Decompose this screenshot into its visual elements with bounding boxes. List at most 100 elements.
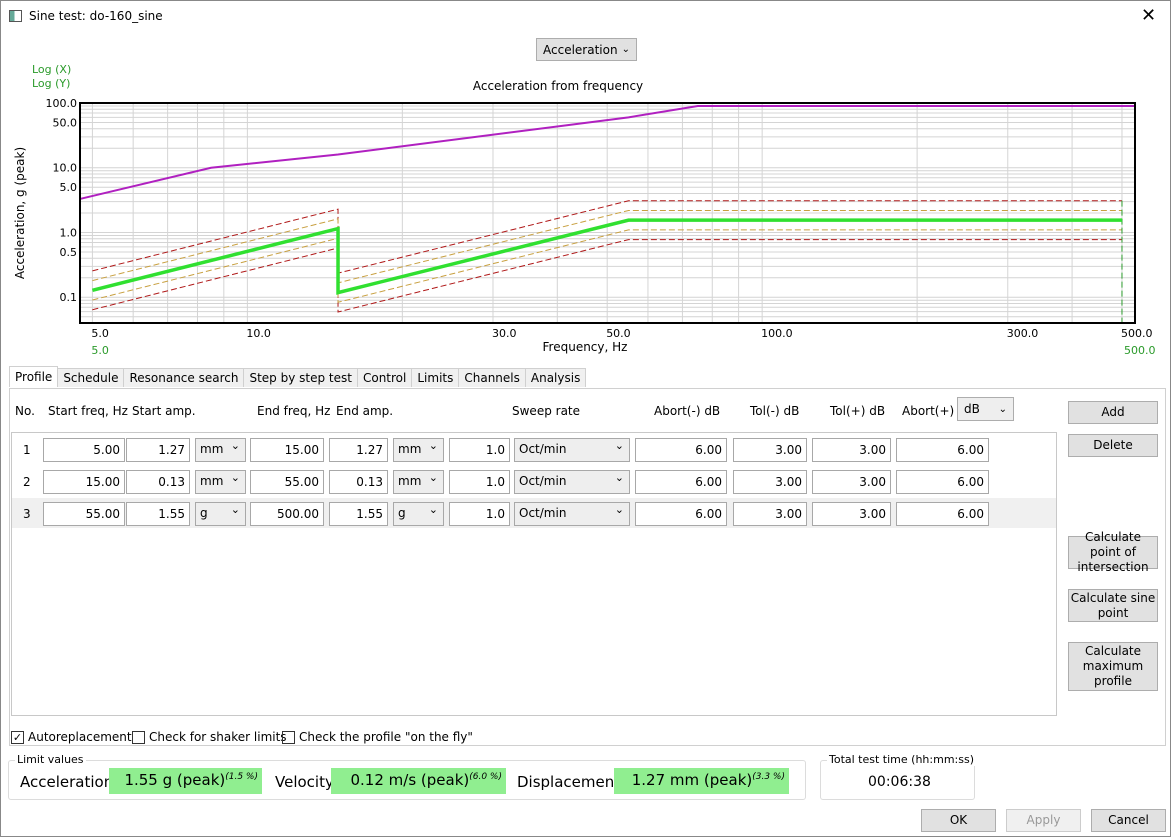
tab-analysis[interactable]: Analysis (524, 368, 587, 387)
tab-limits[interactable]: Limits (411, 368, 460, 387)
autoreplacement-checkbox[interactable]: ✓ Autoreplacement (11, 730, 132, 744)
abort-plus-input[interactable]: 6.00 (896, 438, 989, 462)
shaker-limits-checkbox[interactable]: Check for shaker limits (132, 730, 287, 744)
rate-input[interactable]: 1.0 (449, 502, 510, 526)
abort-minus-input[interactable]: 6.00 (635, 438, 727, 462)
add-button[interactable]: Add (1068, 401, 1158, 424)
y-tick-label: 0.1 (60, 291, 78, 304)
checkbox-box (132, 731, 145, 744)
apply-button[interactable]: Apply (1006, 809, 1081, 832)
end-freq-input[interactable]: 500.00 (250, 502, 324, 526)
profile-table: 15.001.27mm15.001.27mm1.0Oct/min6.003.00… (11, 432, 1057, 716)
start-amp-input[interactable]: 0.13 (126, 470, 190, 494)
calculate-sine-point-button[interactable]: Calculate sine point (1068, 589, 1158, 622)
tol-plus-input[interactable]: 3.00 (812, 502, 891, 526)
abort-plus-input[interactable]: 6.00 (896, 470, 989, 494)
abort-minus-input[interactable]: 6.00 (635, 502, 727, 526)
limit-values-legend: Limit values (15, 753, 86, 766)
end-amp-input[interactable]: 1.55 (329, 502, 388, 526)
abort-plus-input[interactable]: 6.00 (896, 502, 989, 526)
table-row: 215.000.13mm55.000.13mm1.0Oct/min6.003.0… (12, 466, 1056, 496)
on-the-fly-checkbox[interactable]: Check the profile "on the fly" (282, 730, 473, 744)
calculate-maximum-profile-button[interactable]: Calculate maximum profile (1068, 642, 1158, 691)
end-unit-select[interactable]: mm (393, 470, 444, 494)
chart: Acceleration from frequency Acceleration,… (13, 79, 1156, 357)
tab-bar: Profile Schedule Resonance search Step by s… (9, 366, 587, 387)
start-freq-input[interactable]: 5.00 (43, 438, 125, 462)
start-freq-input[interactable]: 55.00 (43, 502, 125, 526)
rate-unit-select[interactable]: Oct/min (514, 470, 630, 494)
chart-title: Acceleration from frequency (473, 79, 643, 93)
tab-schedule[interactable]: Schedule (57, 368, 125, 387)
row-number: 3 (23, 507, 31, 521)
tab-profile[interactable]: Profile (9, 366, 59, 387)
total-time-value: 00:06:38 (868, 774, 931, 790)
rate-input[interactable]: 1.0 (449, 470, 510, 494)
close-icon[interactable]: ✕ (1141, 5, 1156, 26)
title-bar: Sine test: do-160_sine ✕ (1, 1, 1171, 33)
window-title: Sine test: do-160_sine (29, 9, 163, 23)
x-range-end: 500.0 (1124, 344, 1156, 357)
start-freq-input[interactable]: 15.00 (43, 470, 125, 494)
col-end-freq: End freq, Hz (257, 404, 331, 418)
end-unit-select[interactable]: mm (393, 438, 444, 462)
tab-resonance-search[interactable]: Resonance search (123, 368, 245, 387)
x-tick-label: 300.0 (1007, 327, 1039, 340)
row-number: 2 (23, 475, 31, 489)
velocity-value-text: 0.12 m/s (peak) (350, 771, 470, 789)
db-unit-select[interactable]: dB ⌄ (957, 397, 1014, 421)
abort-minus-input[interactable]: 6.00 (635, 470, 727, 494)
checkmark-icon: ✓ (11, 731, 24, 744)
autoreplacement-label: Autoreplacement (28, 730, 132, 744)
displacement-percent: (3.3 %) (752, 772, 785, 782)
start-unit-select[interactable]: g (195, 502, 246, 526)
col-end-amp: End amp. (336, 404, 394, 418)
start-amp-input[interactable]: 1.55 (126, 502, 190, 526)
x-tick-label: 30.0 (492, 327, 517, 340)
x-tick-label: 50.0 (606, 327, 631, 340)
displacement-value: 1.27 mm (peak)(3.3 %) (614, 768, 789, 794)
rate-input[interactable]: 1.0 (449, 438, 510, 462)
table-row: 15.001.27mm15.001.27mm1.0Oct/min6.003.00… (12, 434, 1056, 464)
y-tick-label: 5.0 (60, 181, 78, 194)
y-tick-label: 50.0 (53, 116, 78, 129)
tab-channels[interactable]: Channels (458, 368, 526, 387)
end-amp-input[interactable]: 0.13 (329, 470, 388, 494)
view-select[interactable]: Acceleration ⌄ (536, 38, 637, 61)
cancel-button[interactable]: Cancel (1091, 809, 1166, 832)
rate-unit-select[interactable]: Oct/min (514, 438, 630, 462)
total-time-legend: Total test time (hh:mm:ss) (827, 753, 976, 766)
table-row: 355.001.55g500.001.55g1.0Oct/min6.003.00… (12, 498, 1056, 528)
y-tick-label: 10.0 (53, 162, 78, 175)
displacement-value-text: 1.27 mm (peak) (631, 771, 753, 789)
delete-button[interactable]: Delete (1068, 434, 1158, 457)
tol-plus-input[interactable]: 3.00 (812, 470, 891, 494)
end-freq-input[interactable]: 15.00 (250, 438, 324, 462)
col-tol-minus: Tol(-) dB (750, 404, 800, 418)
start-unit-select[interactable]: mm (195, 470, 246, 494)
tab-control[interactable]: Control (356, 368, 413, 387)
chevron-down-icon: ⌄ (998, 403, 1007, 415)
tol-minus-input[interactable]: 3.00 (733, 502, 807, 526)
col-start-amp: Start amp. (132, 404, 196, 418)
start-amp-input[interactable]: 1.27 (126, 438, 190, 462)
displacement-label: Displacement (517, 773, 621, 791)
end-amp-input[interactable]: 1.27 (329, 438, 388, 462)
end-unit-select[interactable]: g (393, 502, 444, 526)
col-start-freq: Start freq, Hz (48, 404, 128, 418)
col-tol-plus: Tol(+) dB (830, 404, 886, 418)
calculate-intersection-button[interactable]: Calculate point of intersection (1068, 530, 1158, 574)
start-unit-select[interactable]: mm (195, 438, 246, 462)
x-tick-label: 10.0 (246, 327, 271, 340)
y-tick-label: 1.0 (60, 226, 78, 239)
y-tick-label: 0.5 (60, 246, 78, 259)
end-freq-input[interactable]: 55.00 (250, 470, 324, 494)
velocity-percent: (6.0 %) (469, 772, 502, 782)
col-sweep-rate: Sweep rate (512, 404, 581, 418)
tol-minus-input[interactable]: 3.00 (733, 470, 807, 494)
tol-minus-input[interactable]: 3.00 (733, 438, 807, 462)
ok-button[interactable]: OK (921, 809, 996, 832)
rate-unit-select[interactable]: Oct/min (514, 502, 630, 526)
tab-step-by-step-test[interactable]: Step by step test (243, 368, 358, 387)
tol-plus-input[interactable]: 3.00 (812, 438, 891, 462)
